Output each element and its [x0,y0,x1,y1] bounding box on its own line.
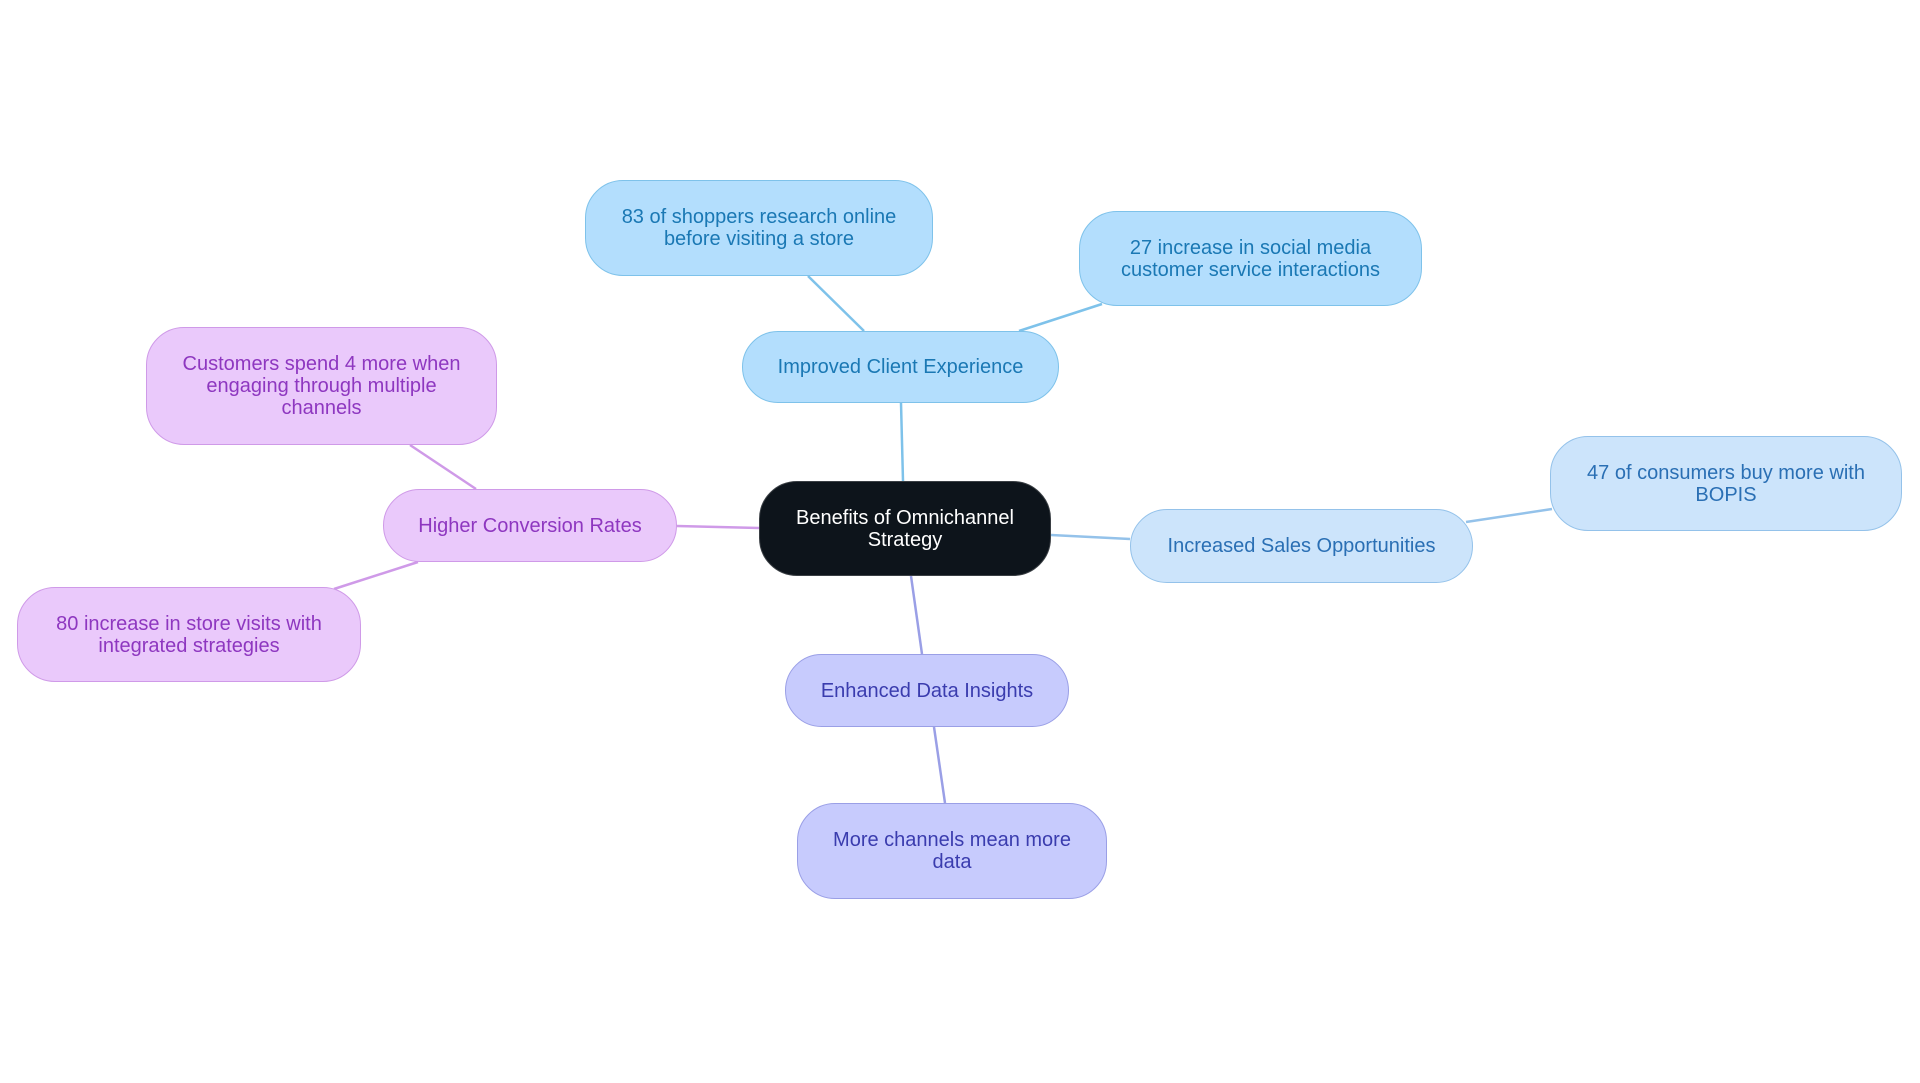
edge-sales-bopis [1465,507,1553,524]
edge-conversion-store-visits [333,560,419,591]
leaf-label: 83 of shoppers research online before vi… [621,206,897,250]
edge-root-sales [1050,533,1131,541]
leaf-label: 80 increase in store visits with integra… [56,612,322,657]
branch-label: Higher Conversion Rates [418,514,642,537]
branch-label: Increased Sales Opportunities [1167,535,1436,557]
leaf-label: 47 of consumers buy more with BOPIS [1587,461,1865,506]
edge-client-experience-shoppers [807,275,865,332]
leaf-node-customers-spend[interactable]: Customers spend 4 more when engaging thr… [146,327,497,445]
root-node[interactable]: Benefits of Omnichannel Strategy [759,481,1051,576]
branch-node-conversion-rates[interactable]: Higher Conversion Rates [383,489,677,562]
edge-conversion-spend [409,443,477,491]
edge-client-experience-social [1018,302,1103,333]
leaf-node-social-media[interactable]: 27 increase in social media customer ser… [1079,211,1422,306]
branch-node-data-insights[interactable]: Enhanced Data Insights [785,654,1069,727]
branch-label: Enhanced Data Insights [820,679,1034,702]
leaf-node-bopis[interactable]: 47 of consumers buy more with BOPIS [1550,436,1902,531]
leaf-node-shoppers-research[interactable]: 83 of shoppers research online before vi… [585,180,933,276]
leaf-label: More channels mean more data [833,829,1071,873]
edge-root-conversion [676,524,760,530]
leaf-label: Customers spend 4 more when engaging thr… [182,353,461,419]
edge-data-channels [932,726,947,804]
branch-node-client-experience[interactable]: Improved Client Experience [742,331,1059,403]
branch-label: Improved Client Experience [777,356,1024,378]
leaf-label: 27 increase in social media customer ser… [1121,236,1380,281]
leaf-node-store-visits[interactable]: 80 increase in store visits with integra… [17,587,361,682]
branch-node-sales-opportunities[interactable]: Increased Sales Opportunities [1130,509,1473,583]
root-label: Benefits of Omnichannel Strategy [796,506,1014,551]
edge-root-client-experience [899,402,905,482]
edge-root-data [909,575,924,655]
leaf-node-more-data[interactable]: More channels mean more data [797,803,1107,899]
